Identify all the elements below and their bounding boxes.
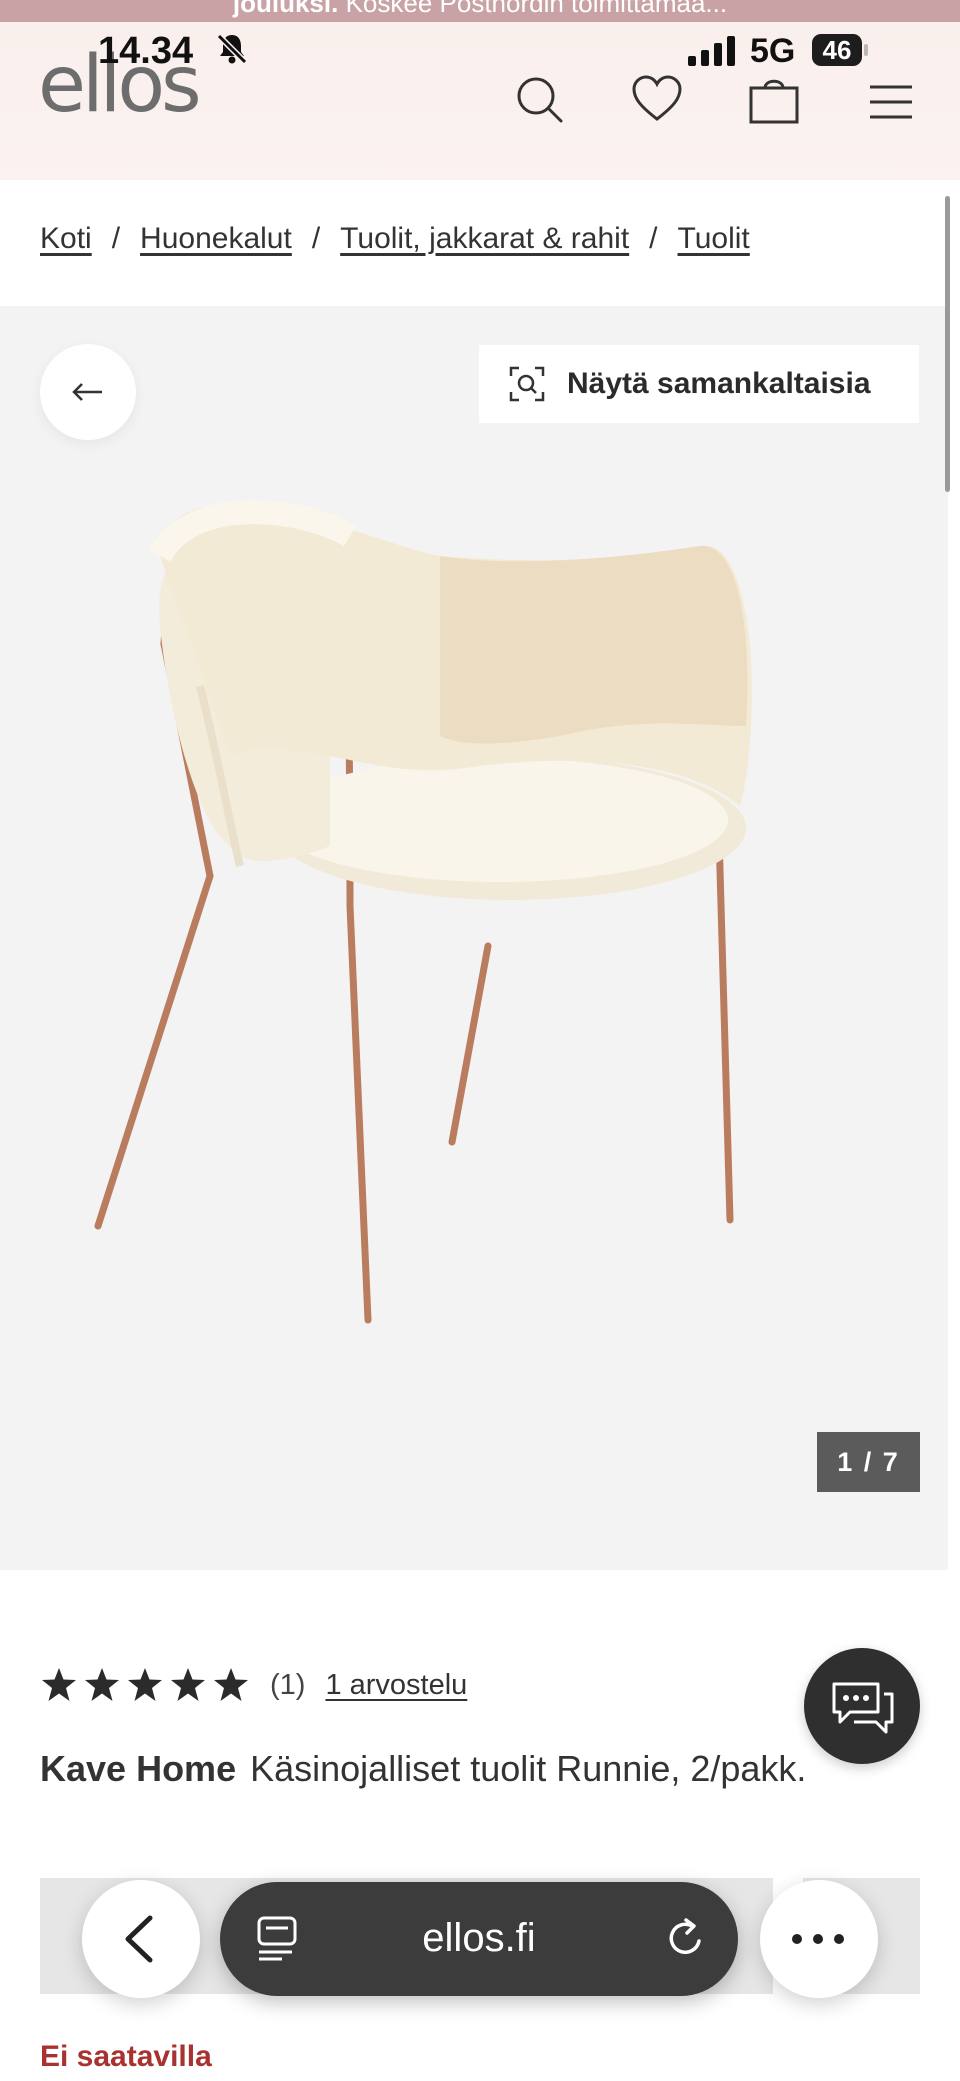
back-button[interactable]	[40, 344, 136, 440]
promo-bold: jouluksi.	[232, 0, 339, 18]
browser-back-button[interactable]	[82, 1880, 200, 1998]
star-icon	[214, 1668, 248, 1701]
heart-icon[interactable]	[630, 74, 684, 124]
breadcrumb-separator: /	[311, 222, 321, 255]
product-name: Käsinojalliset tuolit Runnie, 2/pakk.	[250, 1748, 807, 1789]
battery-icon: 46	[812, 34, 862, 66]
product-image	[94, 500, 752, 1324]
breadcrumb: Koti / Huonekalut / Tuolit, jakkarat & rahit…	[40, 222, 750, 256]
breadcrumb-separator: /	[649, 222, 658, 255]
reload-icon[interactable]	[664, 1917, 708, 1961]
image-counter: 1 / 7	[817, 1432, 920, 1492]
signal-icon	[688, 36, 735, 66]
chat-icon	[832, 1682, 894, 1734]
arrow-left-icon	[72, 383, 102, 401]
network-type: 5G	[750, 32, 796, 70]
star-icon	[128, 1668, 162, 1701]
address-bar[interactable]: ellos.fi	[220, 1882, 738, 1996]
more-button[interactable]	[760, 1880, 878, 1998]
rating-summary: (1) 1 arvostelu	[40, 1666, 467, 1704]
star-icon	[85, 1668, 119, 1701]
breadcrumb-separator: /	[111, 222, 121, 255]
url-text: ellos.fi	[422, 1916, 536, 1960]
bell-muted-icon	[216, 33, 248, 65]
star-icon	[171, 1668, 205, 1701]
promo-text: Koskee Postnordin toimittamaa...	[345, 0, 728, 18]
breadcrumb-furniture[interactable]: Huonekalut	[140, 222, 292, 255]
rating-count: (1)	[270, 1668, 306, 1701]
reviews-link[interactable]: 1 arvostelu	[325, 1669, 467, 1702]
availability-status: Ei saatavilla	[40, 2040, 212, 2073]
visual-search-icon	[509, 366, 545, 402]
chevron-left-icon	[125, 1915, 153, 1963]
breadcrumb-chairs[interactable]: Tuolit	[678, 222, 750, 255]
brand-name[interactable]: Kave Home	[40, 1748, 236, 1789]
chat-button[interactable]	[804, 1648, 920, 1764]
scrollbar[interactable]	[945, 196, 950, 492]
star-rating	[42, 1668, 248, 1701]
promo-banner[interactable]: jouluksi. Koskee Postnordin toimittamaa.…	[0, 0, 960, 22]
breadcrumb-home[interactable]: Koti	[40, 222, 92, 255]
show-similar-button[interactable]: Näytä samankaltaisia	[479, 345, 919, 423]
status-time: 14.34	[98, 30, 194, 72]
battery-tip	[864, 44, 868, 56]
breadcrumb-chairs-stools[interactable]: Tuolit, jakkarat & rahit	[340, 222, 629, 255]
star-icon	[42, 1668, 76, 1701]
battery-level: 46	[822, 35, 852, 65]
product-gallery[interactable]	[0, 306, 948, 1570]
show-similar-label: Näytä samankaltaisia	[567, 367, 871, 400]
shopping-bag-icon[interactable]	[748, 74, 800, 126]
product-title: Kave Home Käsinojalliset tuolit Runnie, 2…	[40, 1748, 806, 1790]
search-icon[interactable]	[514, 74, 566, 126]
menu-icon[interactable]	[868, 84, 914, 120]
ellipsis-icon	[792, 1934, 844, 1944]
